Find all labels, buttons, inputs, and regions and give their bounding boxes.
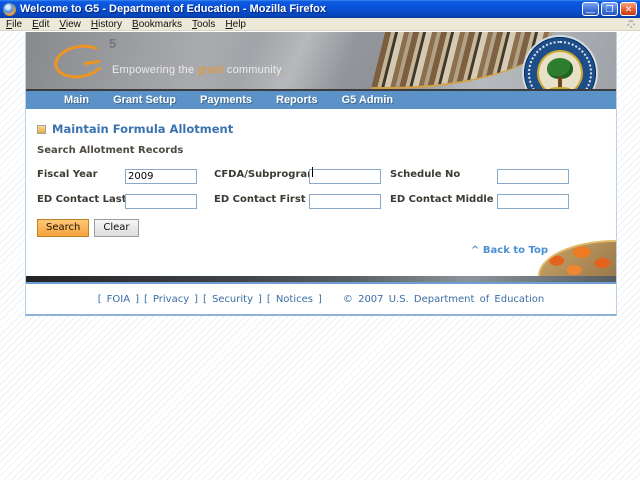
- clear-button[interactable]: Clear: [94, 219, 139, 237]
- nav-reports[interactable]: Reports: [276, 94, 318, 106]
- throbber-icon: [627, 20, 635, 28]
- ed-contact-middle-initial-input[interactable]: [497, 194, 569, 209]
- firefox-icon: [3, 2, 16, 16]
- minimize-button[interactable]: —: [582, 2, 599, 17]
- search-form: Fiscal Year CFDA/Subprogram Schedule No …: [26, 156, 616, 209]
- schedule-no-label: Schedule No: [390, 168, 461, 180]
- back-to-top-link[interactable]: ^ Back to Top: [471, 245, 548, 256]
- section-title: Search Allotment Records: [37, 145, 184, 156]
- menu-file[interactable]: File: [6, 19, 22, 30]
- browser-window: Welcome to G5 - Department of Education …: [0, 0, 640, 480]
- text-caret: [312, 167, 313, 177]
- page-background: 5 Empowering the grant community. Main G…: [0, 32, 640, 480]
- title-bar[interactable]: Welcome to G5 - Department of Education …: [0, 0, 640, 18]
- copyright-text: © 2007 U.S. Department of Education: [342, 293, 545, 305]
- menu-tools[interactable]: Tools: [192, 19, 215, 30]
- bottom-divider-band: [26, 276, 616, 284]
- fiscal-year-input[interactable]: [125, 169, 197, 184]
- nav-g5-admin[interactable]: G5 Admin: [342, 94, 394, 106]
- footer-link-security[interactable]: Security: [212, 294, 253, 305]
- footer-link-privacy[interactable]: Privacy: [153, 294, 189, 305]
- nav-payments[interactable]: Payments: [200, 94, 252, 106]
- menu-bar: File Edit View History Bookmarks Tools H…: [0, 18, 640, 31]
- cfda-subprogram-label: CFDA/Subprogram: [214, 168, 318, 180]
- main-content: Maintain Formula Allotment Search Allotm…: [26, 109, 616, 276]
- g5-logo-5: 5: [109, 36, 117, 51]
- tagline-highlight: grant: [197, 64, 224, 76]
- tagline: Empowering the grant community.: [112, 64, 285, 76]
- nav-grant-setup[interactable]: Grant Setup: [113, 94, 176, 106]
- ed-contact-middle-initial-label: ED Contact Middle Initial: [390, 193, 530, 205]
- footer-link-notices[interactable]: Notices: [276, 294, 313, 305]
- page-title-bullet-icon: [37, 124, 46, 134]
- search-button[interactable]: Search: [37, 219, 90, 237]
- header-banner: 5 Empowering the grant community.: [26, 32, 616, 89]
- ed-contact-first-name-input[interactable]: [309, 194, 381, 209]
- nav-main[interactable]: Main: [64, 94, 89, 106]
- page-container: 5 Empowering the grant community. Main G…: [25, 32, 617, 316]
- menu-help[interactable]: Help: [225, 19, 246, 30]
- maximize-button[interactable]: ❐: [601, 2, 618, 16]
- fiscal-year-label: Fiscal Year: [37, 168, 98, 180]
- ed-contact-last-name-input[interactable]: [125, 194, 197, 209]
- menu-history[interactable]: History: [91, 19, 122, 30]
- classroom-chairs-image: [538, 240, 616, 276]
- footer: [ FOIA ] [ Privacy ] [ Security ] [ Noti…: [26, 284, 616, 314]
- cfda-subprogram-input[interactable]: [309, 169, 381, 184]
- ed-contact-last-name-label: ED Contact Last Name: [37, 193, 163, 205]
- schedule-no-input[interactable]: [497, 169, 569, 184]
- menu-bookmarks[interactable]: Bookmarks: [132, 19, 182, 30]
- ed-contact-first-name-label: ED Contact First Name: [214, 193, 342, 205]
- footer-link-foia[interactable]: FOIA: [107, 294, 130, 305]
- main-nav: Main Grant Setup Payments Reports G5 Adm…: [26, 89, 616, 109]
- menu-edit[interactable]: Edit: [32, 19, 49, 30]
- menu-view[interactable]: View: [59, 19, 81, 30]
- close-button[interactable]: ✕: [620, 2, 637, 16]
- page-title: Maintain Formula Allotment: [52, 122, 234, 136]
- window-title: Welcome to G5 - Department of Education …: [20, 3, 326, 15]
